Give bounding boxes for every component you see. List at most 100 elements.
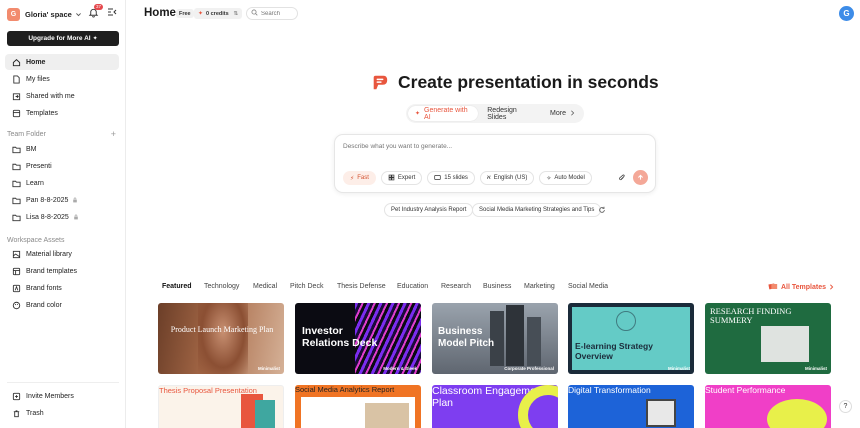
sparkle-icon: ✦ (92, 36, 98, 42)
nav-shared[interactable]: Shared with me (5, 88, 119, 104)
template-card[interactable]: Business Model Pitch Corporate Professio… (432, 303, 558, 374)
template-card[interactable]: Digital Transformation (568, 385, 694, 428)
mode-expert-label: Expert (397, 175, 416, 181)
hero: Create presentation in seconds (371, 72, 659, 93)
model-label: Auto Model (554, 175, 585, 181)
nav-home-label: Home (26, 58, 46, 66)
mode-tabs: ✦ Generate with AI Redesign Slides More (406, 104, 584, 123)
folder-icon (11, 195, 21, 205)
building-shape (506, 305, 524, 366)
folder-item[interactable]: Pan 8-8-2025 (5, 192, 119, 208)
template-card[interactable]: RESEARCH FINDING SUMMERY Minimalist (705, 303, 831, 374)
all-templates-link[interactable]: All Templates (768, 282, 834, 293)
translate-icon: א (486, 175, 491, 181)
upgrade-button[interactable]: Upgrade for More AI ✦ (7, 31, 119, 46)
search-box[interactable] (246, 7, 301, 20)
folder-item[interactable]: BM (5, 141, 119, 157)
nav-material-library[interactable]: Material library (5, 246, 119, 262)
category-tab[interactable]: Research (441, 283, 471, 290)
lock-icon (73, 214, 79, 220)
card-graphic (767, 399, 827, 428)
tab-more-label: More (550, 110, 566, 117)
template-card[interactable]: Social Media Analytics Report (295, 385, 421, 428)
tab-more[interactable]: More (543, 106, 582, 121)
send-button[interactable] (633, 170, 648, 185)
prompt-composer: ⚡ Fast Expert 15 slides א English (US) ✧… (334, 134, 656, 193)
folder-item[interactable]: Learn (5, 175, 119, 191)
nav-brand-color[interactable]: Brand color (5, 297, 119, 313)
template-title: Product Launch Marketing Plan (170, 325, 274, 334)
nav-home[interactable]: Home (5, 54, 119, 70)
mode-fast-chip[interactable]: ⚡ Fast (343, 171, 376, 185)
bell-icon[interactable]: 37 (88, 4, 104, 19)
nav-templates[interactable]: Templates (5, 105, 119, 121)
category-tab[interactable]: Technology (204, 283, 239, 290)
library-icon (11, 249, 21, 259)
attach-icon[interactable] (617, 173, 627, 183)
folder-icon (11, 212, 21, 222)
invite-members-button[interactable]: Invite Members (5, 388, 119, 404)
palette-icon (11, 300, 21, 310)
suggestion-chip[interactable]: Social Media Marketing Strategies and Ti… (472, 203, 602, 217)
model-chip[interactable]: ✧ Auto Model (539, 171, 592, 185)
nav-my-files[interactable]: My files (5, 71, 119, 87)
user-avatar[interactable]: G (839, 6, 854, 21)
search-input[interactable] (261, 10, 301, 17)
collapse-sidebar-icon[interactable] (107, 7, 117, 19)
workspace-switcher[interactable]: G Gloria' space 37 (7, 4, 119, 22)
add-folder-icon[interactable]: + (111, 130, 116, 139)
language-label: English (US) (493, 175, 528, 181)
suggestion-chip[interactable]: Pet Industry Analysis Report (384, 203, 474, 217)
category-tab[interactable]: Medical (253, 283, 277, 290)
notification-badge: 37 (94, 4, 104, 10)
nav-brand-templates[interactable]: Brand templates (5, 263, 119, 279)
folder-item[interactable]: Presenti (5, 158, 119, 174)
prompt-input[interactable] (343, 143, 643, 157)
template-title: Business Model Pitch (438, 326, 495, 349)
folder-icon (11, 161, 21, 171)
folder-label: BM (26, 145, 37, 153)
credits-icon: ✦ (198, 11, 204, 17)
sidebar: G Gloria' space 37 Upgrade for More AI ✦… (0, 0, 126, 428)
tab-redesign-slides[interactable]: Redesign Slides (480, 106, 541, 121)
template-card[interactable]: Product Launch Marketing Plan Minimalist (158, 303, 284, 374)
category-tab[interactable]: Marketing (524, 283, 555, 290)
template-card[interactable]: Classroom Engagement Plan (432, 385, 558, 428)
category-tab[interactable]: Featured (162, 283, 192, 290)
template-icon (11, 108, 21, 118)
template-title: RESEARCH FINDING SUMMERY (710, 306, 792, 325)
template-title: E-learning Strategy Overview (575, 341, 653, 361)
template-title: Digital Transformation (568, 385, 651, 395)
help-button[interactable]: ? (839, 400, 852, 413)
mode-expert-chip[interactable]: Expert (380, 171, 423, 185)
nav-shared-label: Shared with me (26, 92, 75, 100)
template-card[interactable]: E-learning Strategy Overview Minimalist (568, 303, 694, 374)
tab-generate-ai[interactable]: ✦ Generate with AI (408, 106, 479, 121)
slides-icon (434, 174, 441, 183)
template-title: Student Performance (705, 385, 786, 395)
template-card[interactable]: Thesis Proposal Presentation (158, 385, 284, 428)
template-card[interactable]: Student Performance (705, 385, 831, 428)
suggestion-label: Pet Industry Analysis Report (391, 207, 467, 213)
credits-button[interactable]: ✦ 0 credits ⇅ (194, 8, 243, 19)
category-tab[interactable]: Pitch Deck (290, 283, 323, 290)
trash-icon (11, 408, 21, 418)
card-graphic (255, 400, 275, 428)
refresh-suggestions-icon[interactable] (598, 206, 606, 214)
invite-icon (11, 391, 21, 401)
brand-templates-label: Brand templates (26, 267, 77, 275)
slide-count-chip[interactable]: 15 slides (427, 171, 475, 185)
category-tab[interactable]: Business (483, 283, 511, 290)
folder-item[interactable]: Lisa 8-8-2025 (5, 209, 119, 225)
trash-button[interactable]: Trash (5, 405, 119, 421)
language-chip[interactable]: א English (US) (479, 171, 535, 185)
category-tab[interactable]: Education (397, 283, 428, 290)
template-card[interactable]: Investor Relations Deck Modern & Sleek (295, 303, 421, 374)
template-gallery-icon (768, 282, 778, 293)
brand-color-label: Brand color (26, 301, 62, 309)
mode-fast-label: Fast (357, 175, 369, 181)
nav-brand-fonts[interactable]: Brand fonts (5, 280, 119, 296)
category-tab[interactable]: Thesis Defense (337, 283, 386, 290)
suggestion-label: Social Media Marketing Strategies and Ti… (479, 207, 595, 213)
category-tab[interactable]: Social Media (568, 283, 608, 290)
